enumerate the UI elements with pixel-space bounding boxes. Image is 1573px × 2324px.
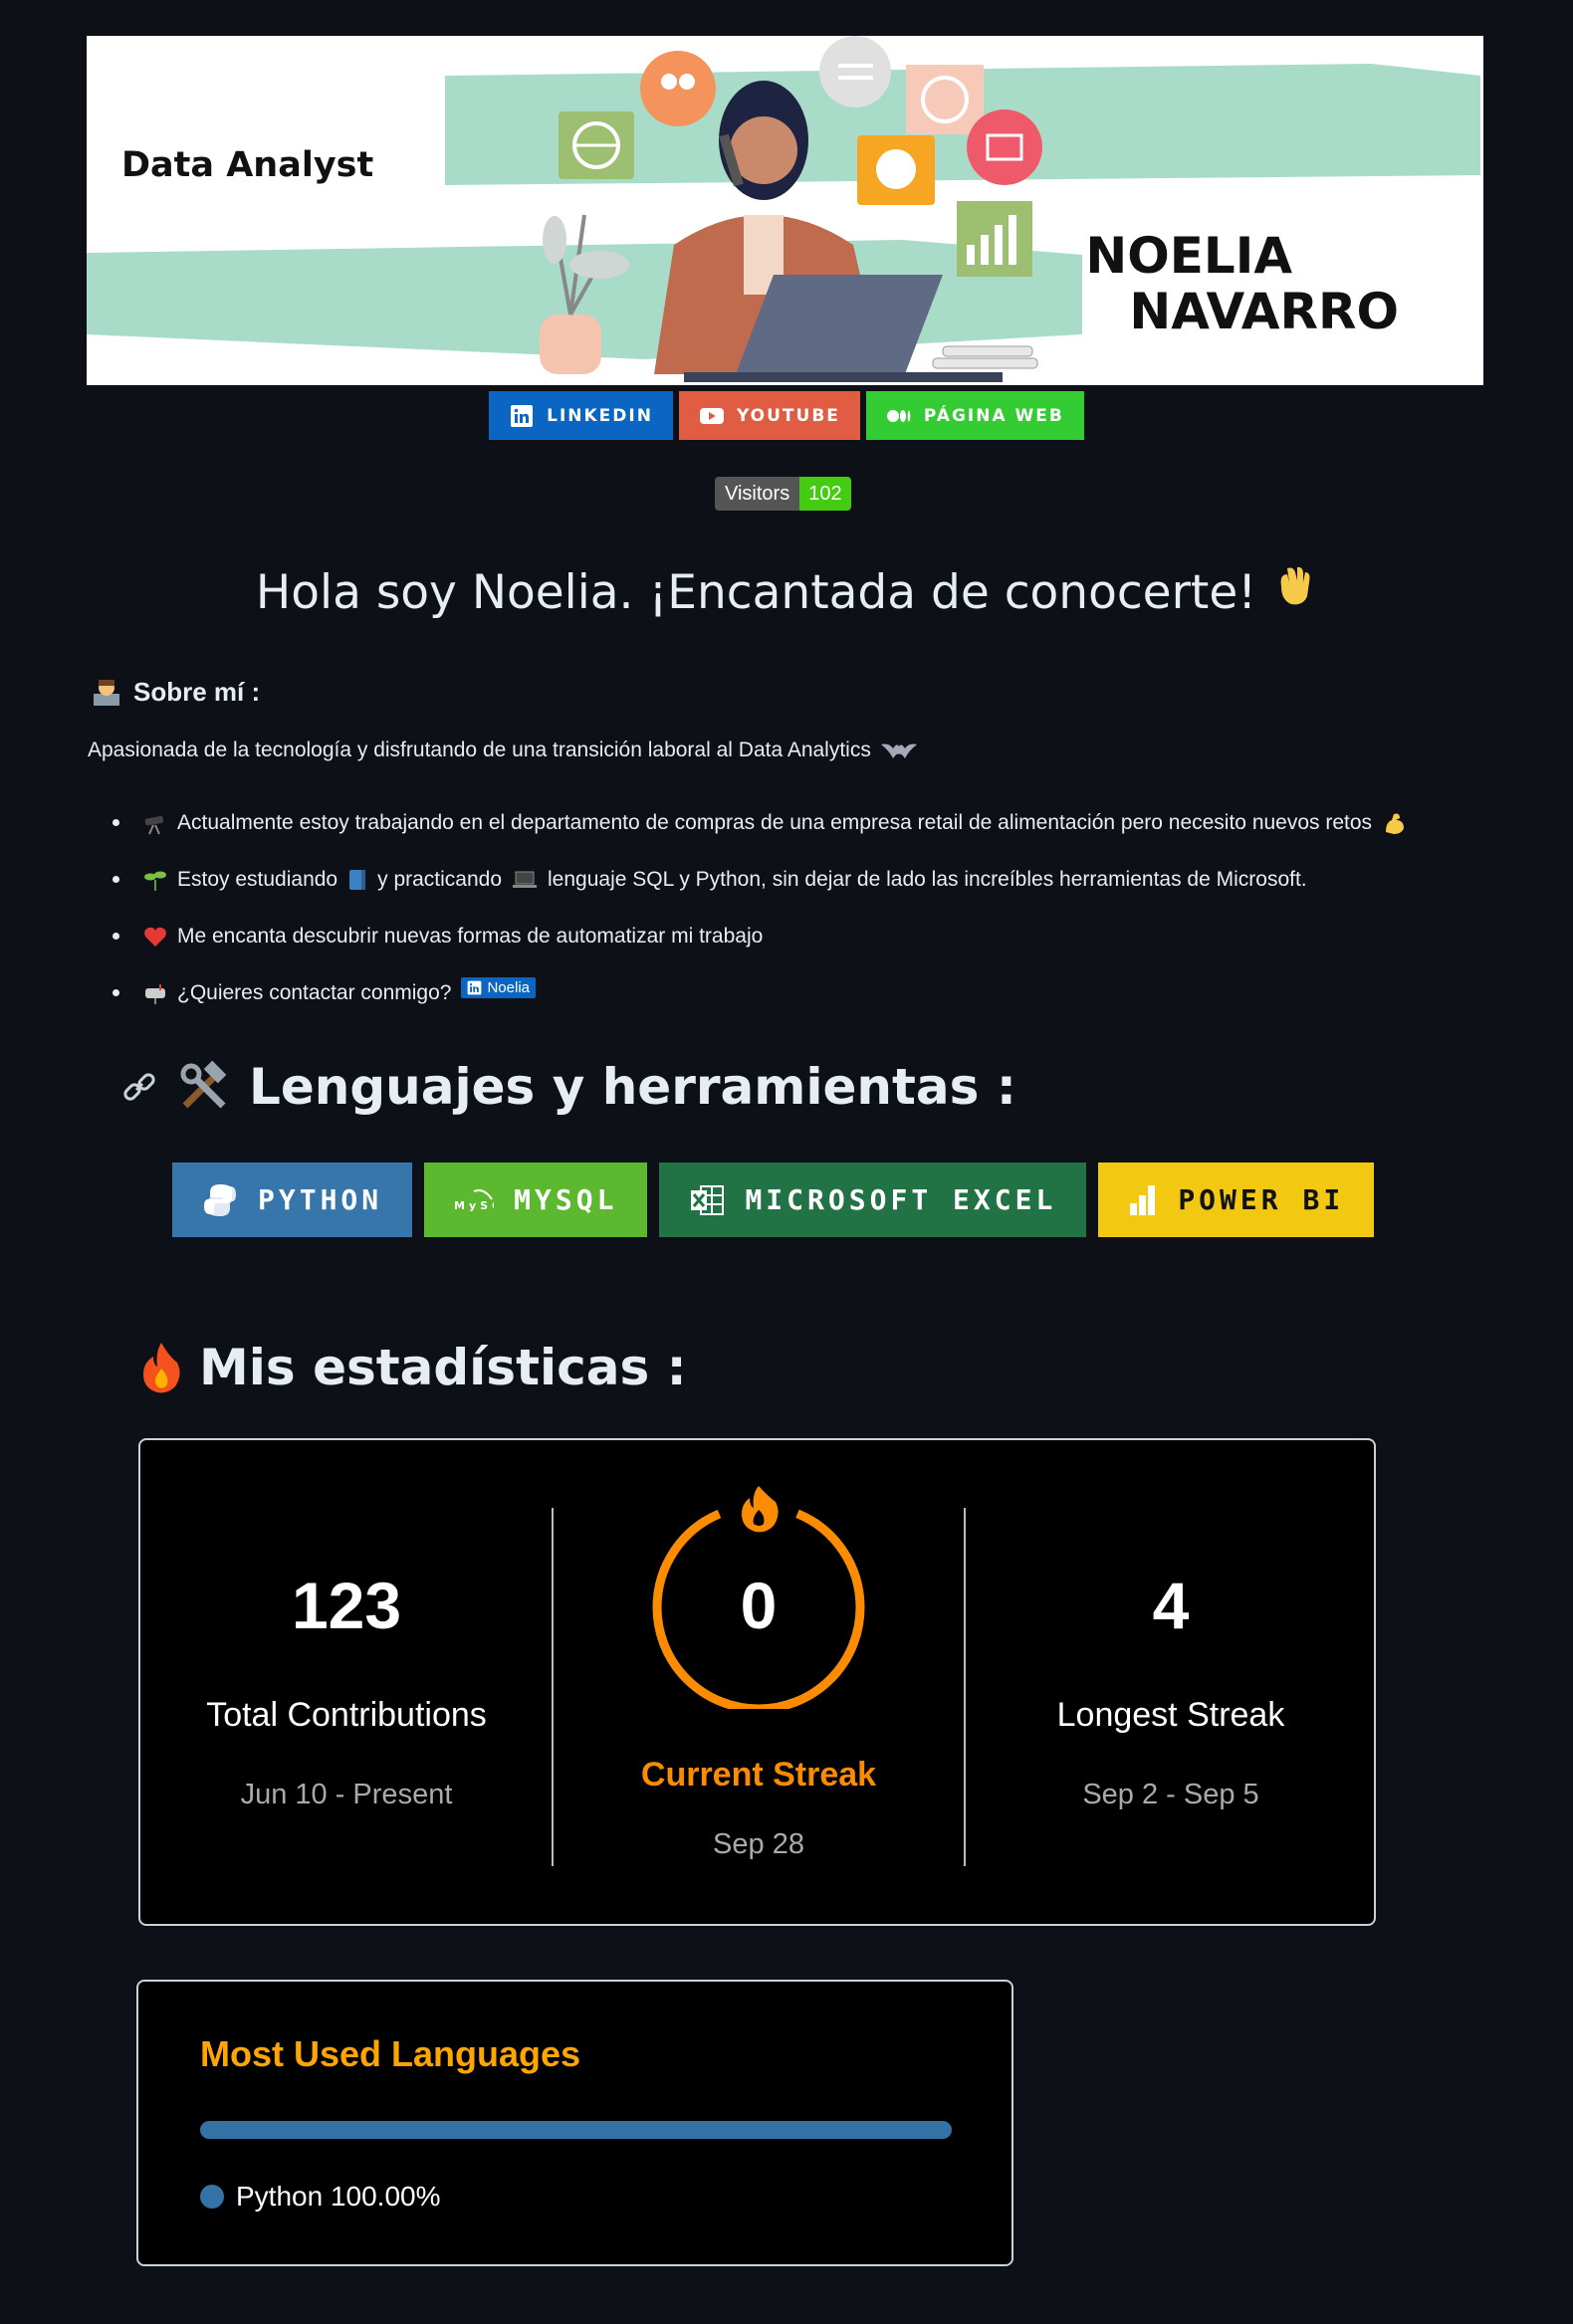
medium-icon	[886, 403, 912, 429]
longest-streak: 4 Longest Streak Sep 2 - Sep 5	[965, 1440, 1377, 1924]
profile-banner: Data Analyst NOELIA NAVARRO	[87, 36, 1483, 385]
list-item: ¿Quieres contactar conmigo? Noelia	[112, 964, 1408, 1021]
about-item-4: ¿Quieres contactar conmigo?	[177, 980, 452, 1004]
youtube-badge[interactable]: YOUTUBE	[678, 391, 860, 440]
stats-heading: Mis estadísticas :	[139, 1339, 687, 1396]
stats-title-text: Mis estadísticas :	[199, 1339, 687, 1396]
python-legend-label: Python 100.00%	[236, 2181, 441, 2212]
visitors-count: 102	[799, 477, 851, 511]
readme-page: Data Analyst NOELIA NAVARRO LINKEDIN YOU…	[0, 0, 1573, 2324]
longest-range: Sep 2 - Sep 5	[1082, 1779, 1259, 1810]
python-icon	[202, 1182, 238, 1218]
linkedin-icon	[468, 980, 482, 995]
seedling-icon	[143, 868, 167, 892]
current-range: Sep 28	[713, 1828, 804, 1860]
hammer-wrench-icon	[177, 1060, 231, 1114]
about-item-2c: lenguaje SQL y Python, sin dejar de lado…	[548, 867, 1307, 891]
total-label: Total Contributions	[206, 1696, 487, 1734]
list-item: Actualmente estoy trabajando en el depar…	[112, 794, 1408, 851]
powerbi-label: POWER BI	[1178, 1183, 1345, 1216]
svg-text:MySQL: MySQL	[454, 1199, 494, 1212]
excel-label: MICROSOFT EXCEL	[745, 1183, 1057, 1216]
linkedin-label: LINKEDIN	[547, 405, 653, 426]
visitors-badge: Visitors 102	[715, 477, 851, 511]
languages-legend: Python 100.00%	[200, 2181, 441, 2213]
about-intro-text: Apasionada de la tecnología y disfrutand…	[88, 739, 871, 761]
heart-icon	[143, 926, 167, 948]
technologist-icon	[92, 678, 121, 708]
banner-role: Data Analyst	[121, 145, 374, 185]
current-label: Current Streak	[640, 1756, 877, 1794]
about-title: Sobre mí :	[92, 677, 260, 708]
banner-name-line1: NOELIA	[1085, 227, 1293, 285]
web-label: PÁGINA WEB	[923, 405, 1064, 426]
tools-heading: Lenguajes y herramientas :	[119, 1058, 1016, 1116]
current-streak: 0 Current Streak Sep 28	[553, 1440, 965, 1924]
contact-badge-label: Noelia	[487, 979, 530, 996]
python-color-dot	[200, 2185, 224, 2209]
visitors-label: Visitors	[715, 477, 800, 511]
fire-icon	[139, 1341, 183, 1394]
list-item: Me encanta descubrir nuevas formas de au…	[112, 908, 1408, 964]
greeting-heading: Hola soy Noelia. ¡Encantada de conocerte…	[0, 562, 1573, 620]
total-range: Jun 10 - Present	[240, 1779, 453, 1810]
about-intro: Apasionada de la tecnología y disfrutand…	[88, 739, 919, 762]
about-item-2a: Estoy estudiando	[177, 867, 338, 891]
tools-badges: PYTHON MySQL MYSQL MICROSOFT EXCEL POWER…	[172, 1162, 1375, 1237]
about-item-2b: y practicando	[377, 867, 503, 891]
mysql-badge[interactable]: MySQL MYSQL	[424, 1162, 648, 1237]
powerbi-icon	[1128, 1183, 1158, 1217]
powerbi-badge[interactable]: POWER BI	[1098, 1162, 1375, 1237]
blue-book-icon	[347, 868, 367, 892]
youtube-label: YOUTUBE	[736, 405, 840, 426]
anchor-link-icon[interactable]	[119, 1067, 159, 1107]
telescope-icon	[143, 811, 167, 835]
list-item: Estoy estudiando y practicando lenguaje …	[112, 851, 1408, 908]
linkedin-icon	[509, 403, 535, 429]
python-bar-segment	[200, 2121, 952, 2139]
flexed-biceps-icon	[1382, 810, 1408, 836]
excel-badge[interactable]: MICROSOFT EXCEL	[659, 1162, 1087, 1237]
waving-hand-icon	[1271, 562, 1317, 608]
social-badges: LINKEDIN YOUTUBE PÁGINA WEB	[0, 391, 1573, 440]
about-list: Actualmente estoy trabajando en el depar…	[112, 794, 1408, 1021]
total-contributions: 123 Total Contributions Jun 10 - Present	[140, 1440, 553, 1924]
about-item-3: Me encanta descubrir nuevas formas de au…	[177, 924, 764, 948]
linkedin-badge[interactable]: LINKEDIN	[489, 391, 673, 440]
languages-title: Most Used Languages	[200, 2033, 581, 2074]
tools-title-text: Lenguajes y herramientas :	[249, 1058, 1016, 1116]
banner-name: NOELIA NAVARRO	[1085, 228, 1399, 339]
banner-name-line2: NAVARRO	[1129, 283, 1399, 340]
languages-bar	[200, 2121, 952, 2139]
total-value: 123	[291, 1569, 402, 1642]
linkedin-contact-badge[interactable]: Noelia	[461, 977, 536, 998]
streak-stats-card: 123 Total Contributions Jun 10 - Present…	[138, 1438, 1376, 1926]
python-label: PYTHON	[258, 1183, 383, 1216]
streak-fire-icon	[742, 1486, 779, 1533]
longest-label: Longest Streak	[1056, 1696, 1285, 1734]
laptop-icon	[512, 870, 538, 890]
youtube-icon	[699, 403, 725, 429]
python-badge[interactable]: PYTHON	[172, 1162, 413, 1237]
about-item-1: Actualmente estoy trabajando en el depar…	[177, 810, 1373, 834]
mailbox-icon	[143, 982, 167, 1004]
mysql-icon: MySQL	[454, 1185, 494, 1215]
about-title-text: Sobre mí :	[133, 677, 261, 707]
top-languages-card: Most Used Languages Python 100.00%	[136, 1980, 1013, 2266]
excel-icon	[689, 1184, 725, 1216]
bat-icon	[879, 739, 919, 762]
longest-value: 4	[1152, 1569, 1190, 1642]
web-badge[interactable]: PÁGINA WEB	[865, 391, 1084, 440]
mysql-label: MYSQL	[514, 1183, 618, 1216]
current-value: 0	[740, 1569, 778, 1642]
greeting-text: Hola soy Noelia. ¡Encantada de conocerte…	[255, 565, 1257, 620]
